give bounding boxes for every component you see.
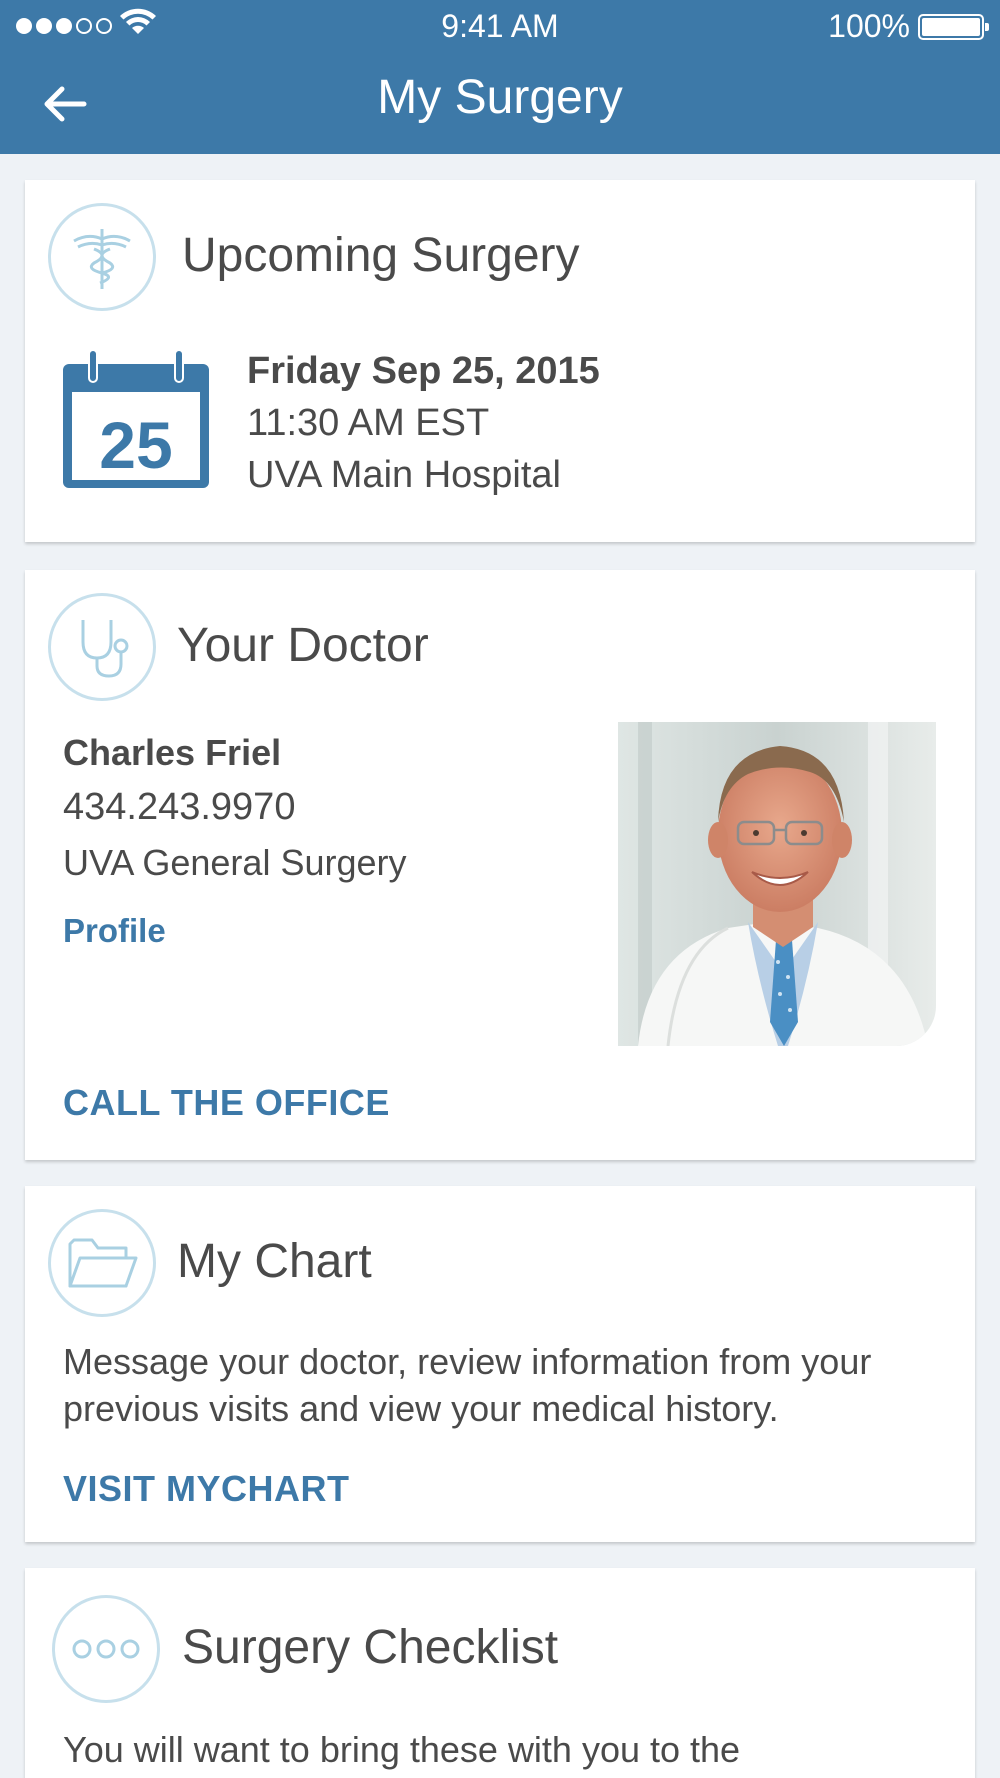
calendar-day: 25 bbox=[99, 408, 172, 482]
page-title: My Surgery bbox=[377, 71, 623, 124]
doctor-department: UVA General Surgery bbox=[63, 842, 407, 883]
more-dots-icon bbox=[52, 1595, 160, 1703]
app-header: 9:41 AM 100% My Surgery bbox=[0, 0, 1000, 154]
doctor-card: Your Doctor Charles Friel 434.243.9970 U… bbox=[25, 570, 975, 1160]
caduceus-icon bbox=[48, 203, 156, 311]
battery-percent: 100% bbox=[828, 8, 910, 44]
your-doctor-title: Your Doctor bbox=[177, 619, 429, 672]
surgery-checklist-description: You will want to bring these with you to… bbox=[63, 1729, 741, 1770]
my-chart-description: Message your doctor, review information … bbox=[63, 1341, 872, 1429]
surgery-location: UVA Main Hospital bbox=[247, 454, 561, 496]
stethoscope-icon bbox=[48, 593, 156, 701]
doctor-phone: 434.243.9970 bbox=[63, 786, 296, 828]
my-chart-title: My Chart bbox=[177, 1235, 372, 1288]
folder-icon bbox=[48, 1209, 156, 1317]
call-office-button[interactable]: CALL THE OFFICE bbox=[63, 1082, 390, 1124]
doctor-name: Charles Friel bbox=[63, 732, 282, 773]
visit-mychart-button[interactable]: VISIT MYCHART bbox=[63, 1468, 350, 1510]
status-bar: 9:41 AM 100% bbox=[0, 0, 1000, 50]
doctor-photo bbox=[618, 722, 936, 1046]
battery-icon bbox=[918, 14, 989, 40]
upcoming-surgery-card: Upcoming Surgery 25 Friday Sep 25, 2015 … bbox=[25, 180, 975, 542]
my-chart-card: My Chart Message your doctor, review inf… bbox=[25, 1186, 975, 1542]
surgery-checklist-card: Surgery Checklist You will want to bring… bbox=[25, 1568, 975, 1778]
surgery-time: 11:30 AM EST bbox=[247, 402, 490, 444]
surgery-checklist-title: Surgery Checklist bbox=[182, 1621, 559, 1674]
calendar-icon: 25 bbox=[63, 349, 209, 490]
surgery-date: Friday Sep 25, 2015 bbox=[247, 350, 600, 392]
upcoming-surgery-title: Upcoming Surgery bbox=[182, 229, 580, 282]
nav-bar: My Surgery bbox=[0, 50, 1000, 154]
doctor-profile-link[interactable]: Profile bbox=[63, 912, 166, 950]
